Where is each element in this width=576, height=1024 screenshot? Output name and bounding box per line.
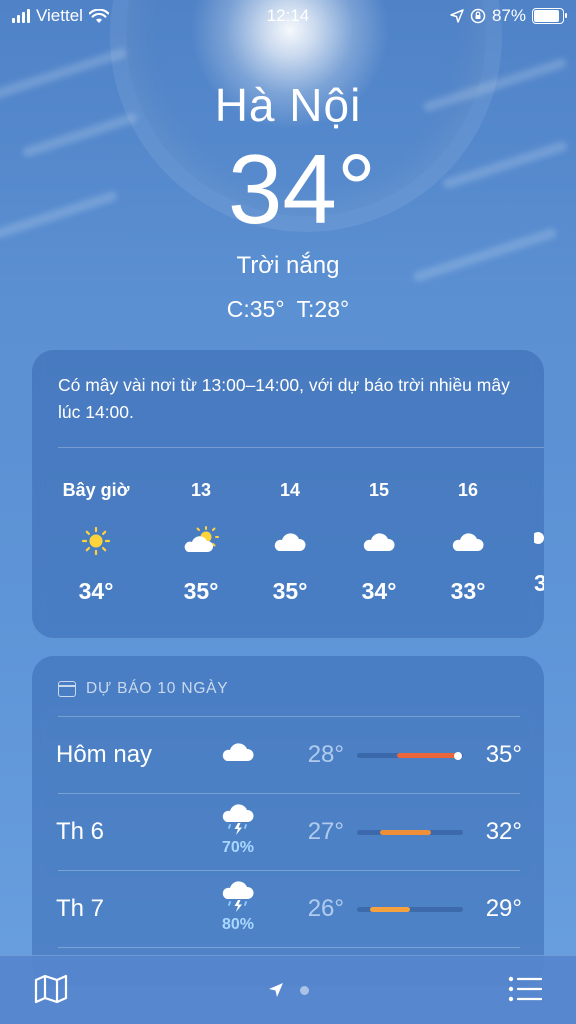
- temp-range-fill: [397, 753, 458, 758]
- partly-cloudy-icon: [184, 526, 219, 552]
- calendar-icon: [58, 681, 76, 697]
- forecast-row[interactable]: Th 7 80% 26° 29°: [32, 871, 544, 947]
- temp-range-bar: [357, 751, 463, 760]
- low-temp: T:28°: [296, 296, 350, 322]
- precip-chance: 70%: [221, 839, 255, 856]
- hour-label: 16: [457, 480, 479, 500]
- ten-day-header: DỰ BÁO 10 NGÀY: [58, 680, 228, 698]
- hour-item: 16 33°: [428, 480, 508, 605]
- cloud-icon: [363, 533, 395, 551]
- page-dot: [299, 985, 309, 995]
- location-arrow-icon: [268, 983, 283, 997]
- high-low: C:35° T:28°: [0, 296, 576, 323]
- temp-range-fill: [369, 907, 410, 912]
- hour-item: 15 34°: [339, 480, 419, 605]
- current-condition: Trời nắng: [236, 252, 340, 279]
- temp-range-bar: [357, 907, 463, 912]
- hourly-forecast-card[interactable]: Có mây vài nơi từ 13:00–14:00, với dự bá…: [32, 350, 544, 638]
- cloud-icon: [452, 533, 484, 551]
- page-indicator[interactable]: [0, 982, 576, 998]
- hour-item-clipped: 3: [534, 480, 544, 620]
- current-temperature: 34°: [227, 134, 377, 244]
- hour-label: 13: [190, 480, 212, 500]
- thunderstorm-icon: [222, 804, 254, 835]
- divider: [58, 947, 520, 948]
- cloud-icon: [222, 743, 254, 761]
- thunderstorm-icon: [222, 881, 254, 912]
- location-services-icon: [450, 9, 464, 23]
- high-temp: 29°: [485, 895, 522, 922]
- hour-label: 15: [368, 480, 390, 500]
- orientation-lock-icon: [470, 8, 486, 24]
- low-temp: 28°: [307, 741, 344, 768]
- hour-temp: 34°: [78, 578, 114, 604]
- bottom-toolbar: [0, 955, 576, 1024]
- hour-label: Bây giờ: [62, 480, 130, 500]
- city-name: Hà Nội: [214, 79, 362, 131]
- hour-temp: 34°: [361, 578, 397, 604]
- high-temp: 32°: [485, 818, 522, 845]
- battery-icon: [532, 8, 567, 24]
- hour-item: 13 35°: [161, 480, 241, 605]
- low-temp: 27°: [307, 818, 344, 845]
- day-label: Th 7: [56, 895, 105, 922]
- hour-temp: 35°: [183, 578, 219, 604]
- list-icon: [508, 976, 543, 1002]
- cloud-icon: [534, 532, 544, 544]
- hour-temp: 33°: [450, 578, 486, 604]
- city-list-button[interactable]: [508, 976, 543, 1007]
- hour-label: 14: [279, 480, 301, 500]
- temp-range-bar: [357, 830, 463, 835]
- day-label: Hôm nay: [56, 741, 153, 768]
- high-temp: 35°: [485, 741, 522, 768]
- status-bar: Viettel 12:14 87%: [0, 0, 576, 32]
- ten-day-forecast-card[interactable]: DỰ BÁO 10 NGÀY Hôm nay 28° 35° Th 6 70%: [32, 656, 544, 986]
- temp-range-fill: [380, 830, 432, 835]
- day-label: Th 6: [56, 818, 105, 845]
- forecast-row-today[interactable]: Hôm nay 28° 35°: [32, 717, 544, 793]
- current-temp-dot: [453, 751, 462, 760]
- precip-chance: 80%: [221, 916, 255, 933]
- hour-item: 14 35°: [250, 480, 330, 605]
- divider: [58, 447, 544, 448]
- battery-percent: 87%: [491, 6, 526, 25]
- ten-day-title: DỰ BÁO 10 NGÀY: [86, 680, 229, 697]
- hour-temp: 3: [534, 570, 544, 596]
- sun-icon: [81, 526, 111, 556]
- low-temp: 26°: [307, 895, 344, 922]
- hour-item: Bây giờ 34°: [56, 480, 136, 605]
- cloud-icon: [274, 533, 306, 551]
- forecast-row[interactable]: Th 6 70% 27° 32°: [32, 794, 544, 870]
- hourly-summary: Có mây vài nơi từ 13:00–14:00, với dự bá…: [58, 375, 510, 422]
- hour-temp: 35°: [272, 578, 308, 604]
- high-temp: C:35°: [226, 296, 285, 322]
